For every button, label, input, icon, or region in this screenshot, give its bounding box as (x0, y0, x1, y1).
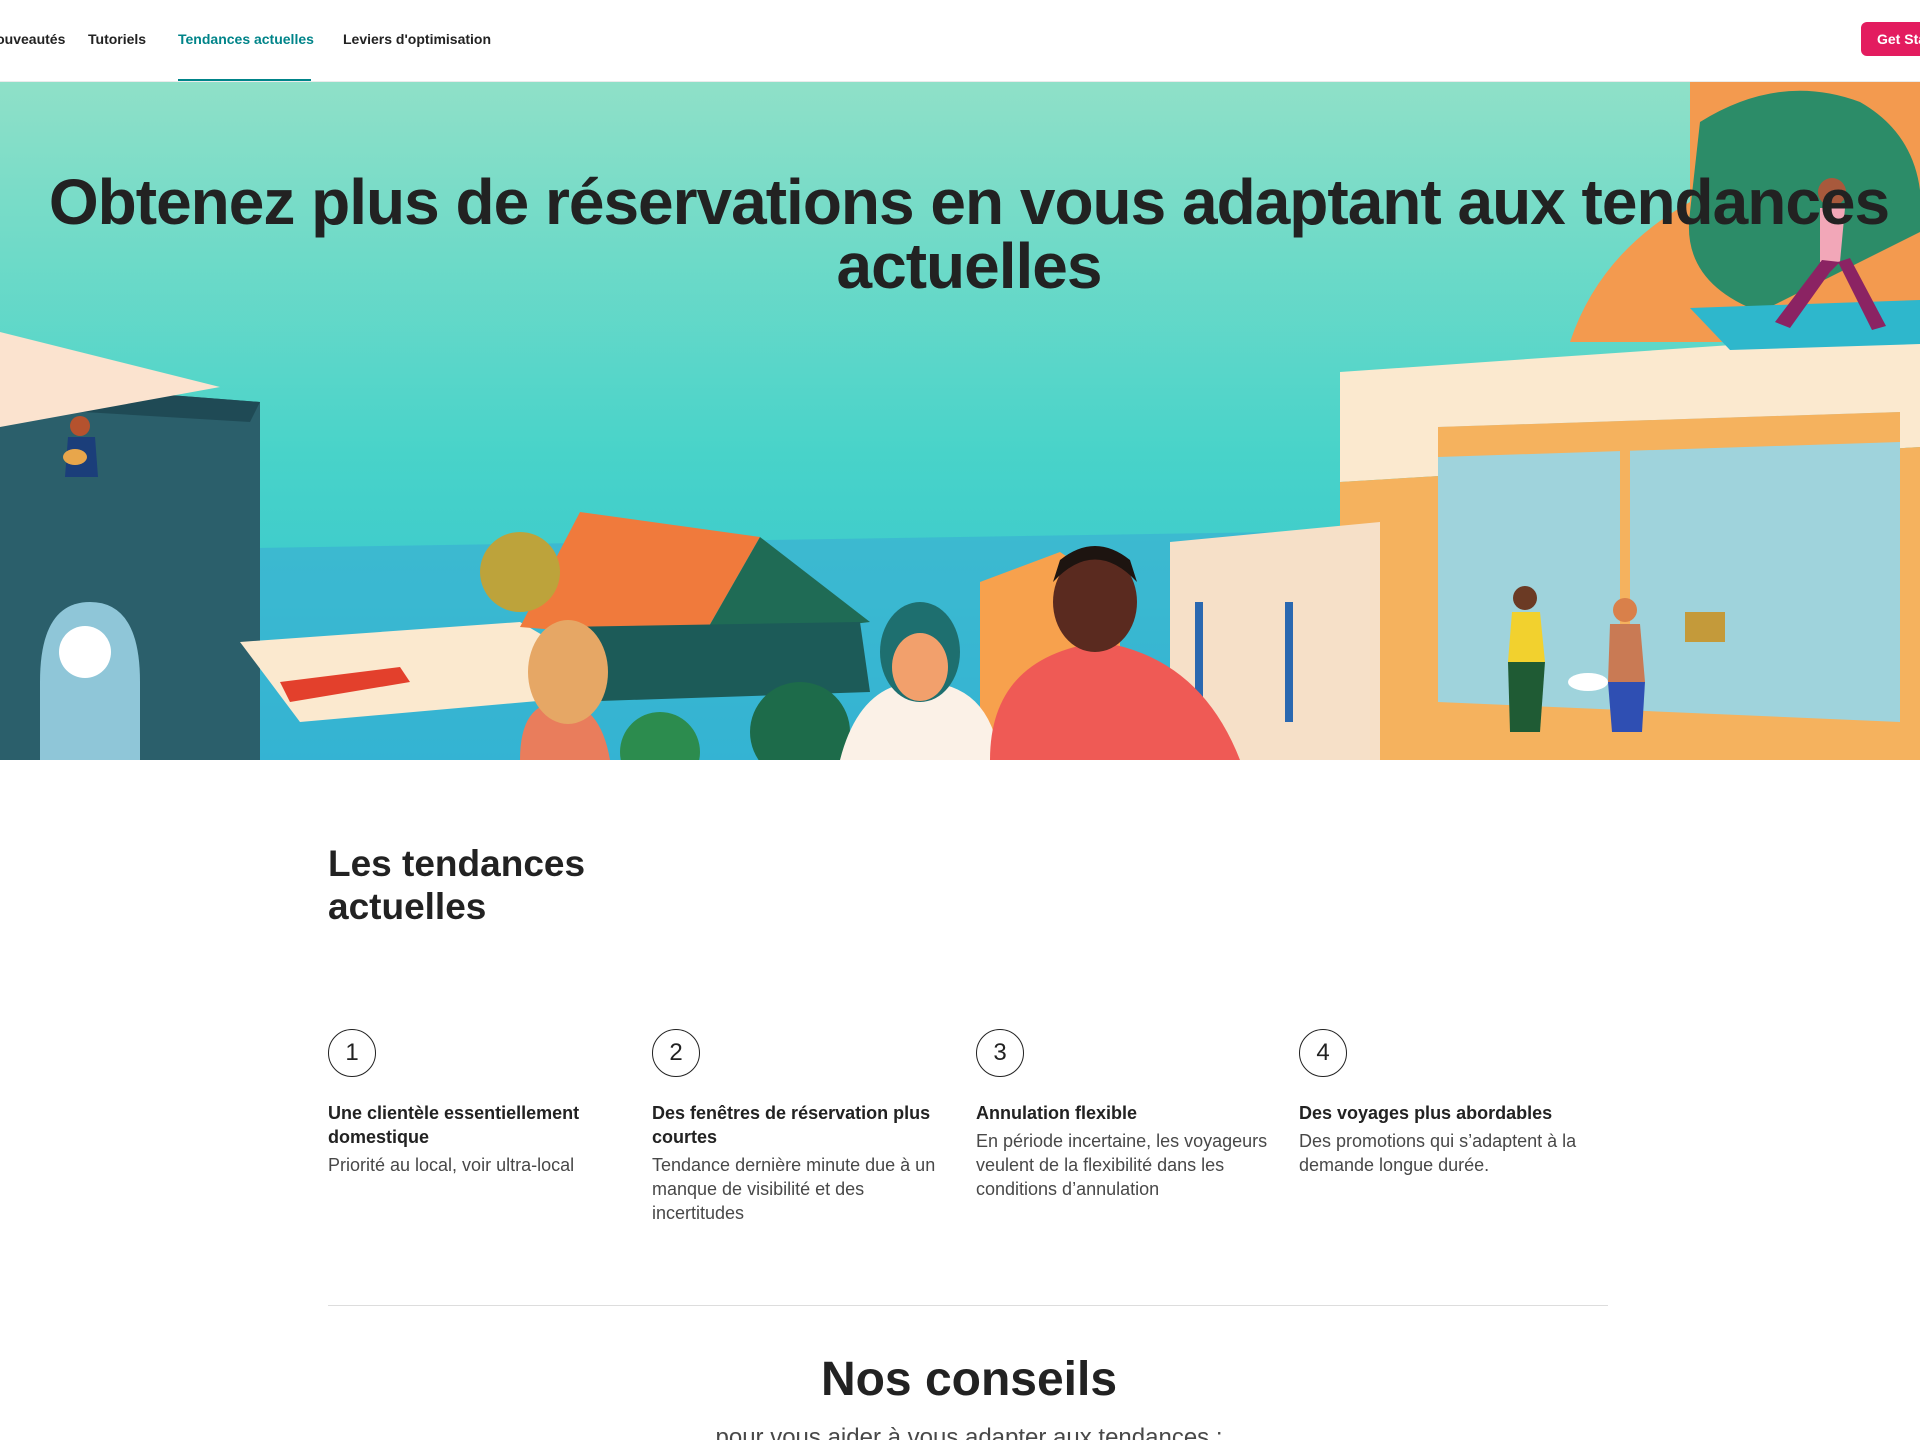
hero-title-line1: Obtenez plus de réservations en vous ada… (48, 166, 1890, 238)
nav-item-tutoriels[interactable]: Tutoriels (88, 31, 146, 47)
trend-title: Une clientèle essentiellement domestique (328, 1103, 580, 1147)
trend-title: Des fenêtres de réservation plus courtes (652, 1103, 931, 1147)
hero-title: Obtenez plus de réservations en vous ada… (0, 170, 1920, 298)
hero-banner: Obtenez plus de réservations en vous ada… (0, 82, 1920, 760)
trend-description: En période incertaine, les voyageurs veu… (976, 1131, 1268, 1199)
trend-item-3: 3 Annulation flexible En période incerta… (976, 1029, 1276, 1201)
trend-item-1: 1 Une clientèle essentiellement domestiq… (328, 1029, 628, 1177)
trend-number-badge: 1 (328, 1029, 376, 1077)
trend-number-badge: 2 (652, 1029, 700, 1077)
nav-item-tendances-actuelles[interactable]: Tendances actuelles (178, 31, 314, 47)
section-divider (328, 1305, 1608, 1306)
trends-heading-line1: Les tendances (328, 843, 586, 884)
get-started-button[interactable]: Get Started (1861, 22, 1920, 56)
trend-item-2: 2 Des fenêtres de réservation plus court… (652, 1029, 952, 1225)
trend-description: Tendance dernière minute due à un manque… (652, 1155, 936, 1223)
nav-item-leviers-optimisation[interactable]: Leviers d'optimisation (343, 31, 491, 47)
active-tab-underline (178, 79, 311, 81)
trend-description: Des promotions qui s’adaptent à la deman… (1299, 1131, 1577, 1175)
hero-title-line2: actuelles (836, 230, 1103, 302)
trend-description: Priorité au local, voir ultra-local (328, 1155, 575, 1175)
trends-heading: Les tendances actuelles (328, 842, 628, 928)
trend-title: Annulation flexible (976, 1103, 1138, 1123)
trend-item-4: 4 Des voyages plus abordables Des promot… (1299, 1029, 1599, 1177)
top-navigation: Nouveautés Tutoriels Tendances actuelles… (0, 0, 1920, 82)
tips-subheading: pour vous aider à vous adapter aux tenda… (715, 1424, 1223, 1440)
trend-title: Des voyages plus abordables (1299, 1103, 1553, 1123)
nav-item-nouveautes[interactable]: Nouveautés (0, 31, 65, 47)
trend-number-badge: 3 (976, 1029, 1024, 1077)
trends-heading-line2: actuelles (328, 886, 487, 927)
trend-number-badge: 4 (1299, 1029, 1347, 1077)
tips-heading: Nos conseils (820, 1353, 1118, 1406)
